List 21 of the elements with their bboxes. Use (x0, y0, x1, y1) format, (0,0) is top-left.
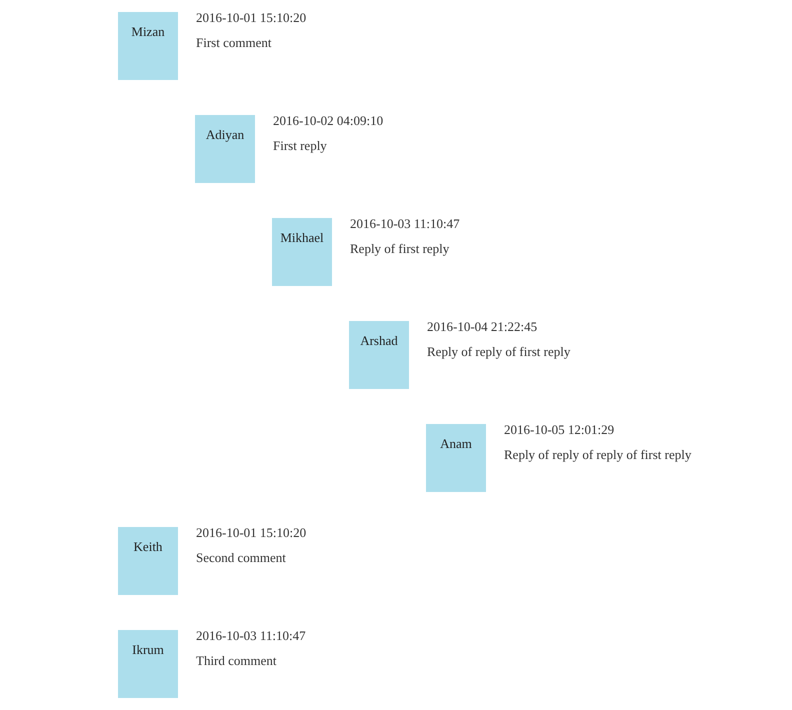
comment-text: First comment (196, 35, 272, 51)
comment-text: Reply of reply of first reply (427, 344, 570, 360)
comment-date: 2016-10-03 11:10:47 (350, 216, 460, 232)
comment-text: Reply of reply of reply of first reply (504, 447, 692, 463)
comment-text: First reply (273, 138, 328, 154)
comment-text: Second comment (196, 550, 287, 566)
author-name: Mikhael (280, 230, 324, 246)
author-name: Adiyan (206, 127, 244, 143)
author-name: Anam (440, 436, 472, 452)
author-name: Keith (134, 539, 162, 555)
comment-date: 2016-10-05 12:01:29 (504, 422, 616, 438)
author-name: Arshad (360, 333, 398, 349)
comment-date: 2016-10-02 04:09:10 (273, 113, 384, 129)
comment-date: 2016-10-01 15:10:20 (196, 10, 306, 26)
comment-date: 2016-10-03 11:10:47 (196, 628, 306, 644)
comment-date: 2016-10-01 15:10:20 (196, 525, 306, 541)
comment-text: Reply of first reply (350, 241, 450, 257)
comment-date: 2016-10-04 21:22:45 (427, 319, 538, 335)
author-name: Mizan (131, 24, 165, 40)
comment-text: Third comment (196, 653, 278, 669)
author-name: Ikrum (132, 642, 164, 658)
